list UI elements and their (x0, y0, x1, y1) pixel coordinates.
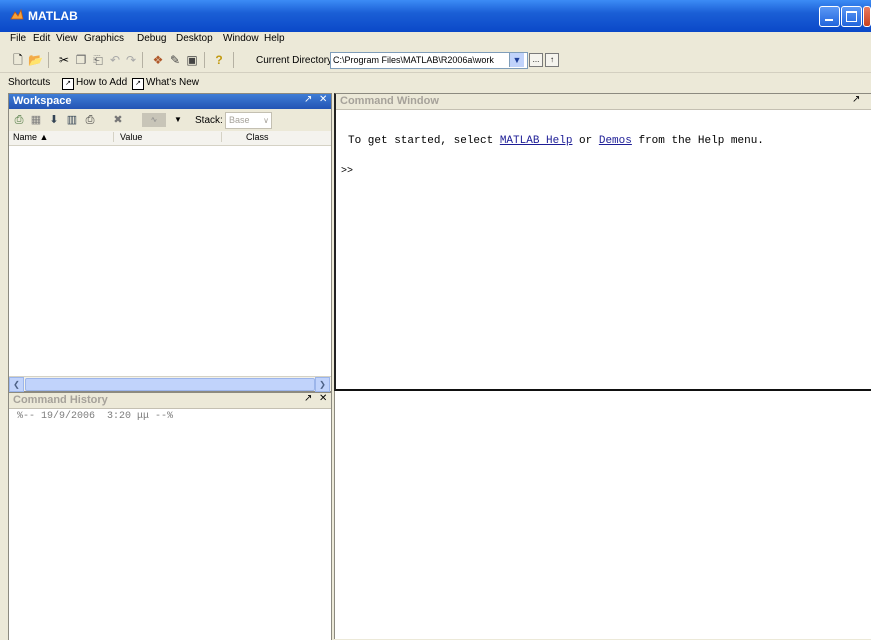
column-value[interactable]: Value (113, 132, 142, 142)
command-window-title: Command Window (340, 95, 439, 107)
browse-directory-button[interactable]: ... (529, 53, 543, 67)
intro-text: or (572, 135, 599, 147)
new-variable-icon[interactable]: ⎙ (12, 113, 26, 127)
paste-icon[interactable]: ⎗ (91, 53, 105, 67)
menu-debug[interactable]: Debug (137, 33, 166, 44)
menu-view[interactable]: View (56, 33, 78, 44)
demos-link[interactable]: Demos (599, 135, 632, 147)
column-class[interactable]: Class (221, 132, 269, 142)
main-toolbar: 🗋 📂 ✂ ❐ ⎗ ↶ ↷ ❖ ✎ ▣ ? Current Directory:… (0, 48, 871, 73)
open-selection-icon[interactable]: ▦ (29, 113, 43, 127)
blank-desktop-area (334, 391, 871, 639)
delete-variable-icon[interactable]: ✖ (111, 113, 125, 127)
column-name[interactable]: Name ▲ (13, 132, 48, 142)
command-window-pane[interactable]: Command Window ↗ To get started, select … (334, 93, 871, 392)
folder-up-icon: ↑ (550, 55, 554, 64)
menu-desktop[interactable]: Desktop (176, 33, 213, 44)
workspace-header: Workspace ↗ ✕ (9, 94, 331, 109)
command-history-title: Command History (13, 394, 108, 406)
browse-label: ... (532, 55, 540, 64)
command-window-header: Command Window ↗ (336, 94, 871, 110)
history-session-entry[interactable]: %-- 19/9/2006 3:20 μμ --% (17, 411, 173, 422)
toolbar-separator (204, 52, 205, 68)
toolbar-separator (233, 52, 234, 68)
menu-file[interactable]: File (10, 33, 26, 44)
window-title: MATLAB (28, 9, 78, 23)
plot-dropdown-icon[interactable]: ▼ (171, 113, 185, 127)
stack-select[interactable]: Base ∨ (225, 112, 272, 129)
how-to-add-link[interactable]: How to Add (76, 77, 127, 88)
maximize-icon (846, 11, 857, 22)
directory-dropdown-button[interactable]: ▼ (509, 53, 524, 67)
workspace-toolbar: ⎙ ▦ ⬇ ▥ ⎙ ✖ ∿ ▼ Stack: Base ∨ (9, 109, 331, 132)
shortcuts-label[interactable]: Shortcuts (8, 77, 50, 88)
open-folder-icon[interactable]: 📂 (28, 53, 43, 67)
whats-new-link[interactable]: What's New (146, 77, 199, 88)
matlab-logo-icon (10, 8, 24, 20)
workspace-pane: Workspace ↗ ✕ ⎙ ▦ ⬇ ▥ ⎙ ✖ ∿ ▼ Stack: Bas… (8, 93, 332, 392)
undo-icon[interactable]: ↶ (108, 53, 122, 67)
scroll-thumb[interactable] (25, 378, 315, 391)
guide-icon[interactable]: ✎ (168, 53, 182, 67)
matlab-help-link[interactable]: MATLAB Help (500, 135, 573, 147)
print-icon[interactable]: ⎙ (83, 113, 97, 127)
undock-icon[interactable]: ↗ (852, 94, 860, 105)
command-history-pane: Command History ↗ ✕ %-- 19/9/2006 3:20 μ… (8, 392, 332, 640)
shortcut-arrow-icon: ↗ (62, 78, 74, 90)
profiler-icon[interactable]: ▣ (185, 53, 199, 67)
toolbar-separator (48, 52, 49, 68)
command-prompt[interactable]: >> (341, 166, 353, 177)
minimize-icon (825, 19, 833, 21)
undock-icon[interactable]: ↗ (304, 393, 312, 404)
command-history-header: Command History ↗ ✕ (9, 393, 331, 409)
title-bar: MATLAB (0, 0, 871, 32)
stack-label: Stack: (195, 115, 223, 126)
current-directory-field[interactable]: C:\Program Files\MATLAB\R2006a\work (330, 52, 528, 69)
current-directory-label: Current Directory: (256, 55, 335, 66)
workspace-title: Workspace (13, 95, 72, 107)
maximize-button[interactable] (841, 6, 862, 27)
intro-text: from the Help menu. (631, 135, 764, 147)
menu-help[interactable]: Help (264, 33, 285, 44)
plot-selector-icon[interactable]: ∿ (142, 113, 166, 127)
close-button[interactable] (863, 6, 871, 27)
shortcut-arrow-icon: ↗ (132, 78, 144, 90)
intro-text: To get started, select (348, 135, 500, 147)
menu-window[interactable]: Window (223, 33, 259, 44)
up-directory-button[interactable]: ↑ (545, 53, 559, 67)
scroll-left-icon[interactable]: ❮ (9, 377, 24, 392)
workspace-horizontal-scrollbar[interactable]: ❮ ❯ (9, 376, 331, 392)
current-directory-value: C:\Program Files\MATLAB\R2006a\work (333, 55, 494, 65)
toolbar-separator (142, 52, 143, 68)
stack-value: Base (229, 115, 250, 125)
shortcuts-bar: Shortcuts ↗ How to Add ↗ What's New (0, 75, 871, 91)
scroll-right-icon[interactable]: ❯ (315, 377, 330, 392)
menu-bar: File Edit View Graphics Debug Desktop Wi… (0, 32, 871, 46)
copy-icon[interactable]: ❐ (74, 53, 88, 67)
save-workspace-icon[interactable]: ▥ (65, 113, 79, 127)
command-intro-text: To get started, select MATLAB Help or De… (348, 135, 764, 147)
menu-graphics[interactable]: Graphics (84, 33, 124, 44)
close-icon[interactable]: ✕ (319, 393, 327, 404)
minimize-button[interactable] (819, 6, 840, 27)
new-file-icon[interactable]: 🗋 (11, 53, 25, 67)
close-icon[interactable]: ✕ (319, 94, 327, 105)
chevron-down-icon: ∨ (263, 116, 269, 125)
cut-icon[interactable]: ✂ (57, 53, 71, 67)
simulink-icon[interactable]: ❖ (151, 53, 165, 67)
menu-edit[interactable]: Edit (33, 33, 50, 44)
help-icon[interactable]: ? (212, 53, 226, 67)
load-data-icon[interactable]: ⬇ (47, 113, 61, 127)
redo-icon[interactable]: ↷ (124, 53, 138, 67)
workspace-column-header: Name ▲ Value Class (9, 131, 331, 146)
undock-icon[interactable]: ↗ (304, 94, 312, 105)
chevron-down-icon: ▼ (512, 55, 522, 65)
